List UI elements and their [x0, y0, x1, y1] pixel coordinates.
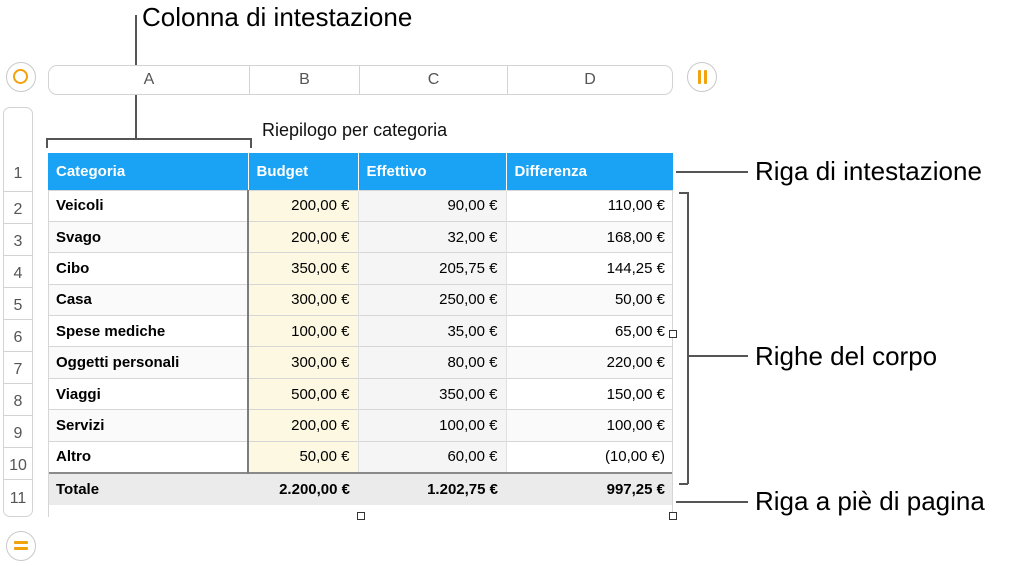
row-number[interactable]: 11 — [4, 490, 32, 508]
callout-footer-row: Riga a piè di pagina — [755, 486, 985, 516]
leader-body-rows — [688, 355, 748, 357]
header-cell-effettivo[interactable]: Effettivo — [357, 153, 506, 190]
table-cell[interactable]: 60,00 € — [358, 440, 507, 473]
equals-icon — [14, 541, 28, 544]
table-cell[interactable]: 200,00 € — [248, 189, 359, 222]
footer-cell-label[interactable]: Totale — [48, 471, 248, 505]
table-row: Viaggi 500,00 € 350,00 € 150,00 € — [48, 377, 673, 410]
column-letter-d[interactable]: D — [508, 66, 672, 94]
table-row: Svago 200,00 € 32,00 € 168,00 € — [48, 220, 673, 253]
data-table: Categoria Budget Effettivo Differenza Ve… — [48, 153, 673, 505]
leader-header-row — [676, 171, 748, 173]
table-cell[interactable]: 80,00 € — [358, 346, 507, 379]
add-column-button[interactable] — [687, 62, 717, 92]
resize-handle-bottom[interactable] — [357, 512, 365, 520]
row-number[interactable]: 7 — [4, 361, 32, 379]
row-number[interactable]: 8 — [4, 393, 32, 411]
table-cell[interactable]: 205,75 € — [358, 252, 507, 285]
resize-handle-corner[interactable] — [669, 512, 677, 520]
table-row: Veicoli 200,00 € 90,00 € 110,00 € — [48, 189, 673, 222]
table-cell[interactable]: 50,00 € — [506, 283, 673, 316]
table-row: Servizi 200,00 € 100,00 € 100,00 € — [48, 409, 673, 442]
row-number[interactable]: 5 — [4, 297, 32, 315]
table-cell[interactable]: Oggetti personali — [48, 346, 249, 379]
row-number[interactable]: 1 — [4, 165, 32, 183]
column-header-bar: A B C D — [48, 65, 673, 95]
table-cell[interactable]: Viaggi — [48, 377, 249, 410]
table-cell[interactable]: 350,00 € — [358, 377, 507, 410]
header-cell-differenza[interactable]: Differenza — [505, 153, 673, 190]
table-cell[interactable]: 90,00 € — [358, 189, 507, 222]
table-row: Spese mediche 100,00 € 35,00 € 65,00 € — [48, 315, 673, 347]
table-cell[interactable]: 65,00 € — [506, 315, 673, 347]
table-cell[interactable]: Altro — [48, 440, 249, 473]
table-cell[interactable]: 300,00 € — [248, 283, 359, 316]
equals-icon — [14, 547, 28, 550]
row-number[interactable]: 6 — [4, 329, 32, 347]
callout-header-column: Colonna di intestazione — [142, 2, 413, 32]
table-cell[interactable]: 150,00 € — [506, 377, 673, 410]
callout-body-rows: Righe del corpo — [755, 341, 938, 371]
leader-footer-row — [676, 501, 748, 503]
table-cell[interactable]: 100,00 € — [248, 315, 359, 347]
table-cell[interactable]: Svago — [48, 220, 249, 253]
leader-header-column-bracket-right — [250, 138, 252, 148]
select-table-button[interactable] — [6, 62, 36, 92]
table-row: Cibo 350,00 € 205,75 € 144,25 € — [48, 252, 673, 285]
table-cell[interactable]: 300,00 € — [248, 346, 359, 379]
table-cell[interactable]: 200,00 € — [248, 409, 359, 442]
body-rows-bracket-vertical — [687, 192, 689, 484]
row-number[interactable]: 10 — [4, 457, 32, 475]
table-cell[interactable]: 100,00 € — [506, 409, 673, 442]
footer-cell-differenza[interactable]: 997,25 € — [506, 471, 673, 505]
row-number[interactable]: 4 — [4, 265, 32, 283]
row-number[interactable]: 3 — [4, 233, 32, 251]
resize-handle-right[interactable] — [669, 330, 677, 338]
circle-select-icon — [13, 69, 28, 84]
table-row: Casa 300,00 € 250,00 € 50,00 € — [48, 283, 673, 316]
column-letter-c[interactable]: C — [360, 66, 507, 94]
header-cell-budget[interactable]: Budget — [247, 153, 358, 190]
table-cell[interactable]: Veicoli — [48, 189, 249, 222]
pause-bars-icon — [698, 70, 707, 84]
table-cell[interactable]: Spese mediche — [48, 315, 249, 347]
table-cell[interactable]: 168,00 € — [506, 220, 673, 253]
footer-cell-budget[interactable]: 2.200,00 € — [248, 471, 358, 505]
table-cell[interactable]: 144,25 € — [506, 252, 673, 285]
table-title[interactable]: Riepilogo per categoria — [262, 120, 447, 141]
leader-header-column-bracket-left — [46, 138, 48, 148]
callout-header-row: Riga di intestazione — [755, 156, 982, 186]
table-cell-negative[interactable]: (10,00 €) — [506, 440, 673, 473]
row-number[interactable]: 2 — [4, 201, 32, 219]
header-cell-categoria[interactable]: Categoria — [48, 153, 248, 190]
column-letter-a[interactable]: A — [49, 66, 249, 94]
table-cell[interactable]: Cibo — [48, 252, 249, 285]
footer-row: Totale 2.200,00 € 1.202,75 € 997,25 € — [48, 471, 673, 505]
table-cell[interactable]: Casa — [48, 283, 249, 316]
row-header-bar: 1 2 3 4 5 6 7 8 9 10 11 — [3, 107, 33, 517]
table-cell[interactable]: 250,00 € — [358, 283, 507, 316]
table-row: Altro 50,00 € 60,00 € (10,00 €) — [48, 440, 673, 473]
table-cell[interactable]: 50,00 € — [248, 440, 359, 473]
table-cell[interactable]: 220,00 € — [506, 346, 673, 379]
table-cell[interactable]: 200,00 € — [248, 220, 359, 253]
leader-header-column-bracket — [46, 138, 251, 140]
body-rows-bracket-bottom — [679, 483, 688, 485]
table-cell[interactable]: 500,00 € — [248, 377, 359, 410]
row-number[interactable]: 9 — [4, 425, 32, 443]
column-letter-b[interactable]: B — [250, 66, 359, 94]
add-row-button[interactable] — [6, 531, 36, 561]
header-row: Categoria Budget Effettivo Differenza — [48, 153, 673, 190]
table-cell[interactable]: Servizi — [48, 409, 249, 442]
table-row: Oggetti personali 300,00 € 80,00 € 220,0… — [48, 346, 673, 379]
table-cell[interactable]: 35,00 € — [358, 315, 507, 347]
footer-cell-effettivo[interactable]: 1.202,75 € — [358, 471, 506, 505]
table-cell[interactable]: 110,00 € — [506, 189, 673, 222]
table-cell[interactable]: 350,00 € — [248, 252, 359, 285]
table-cell[interactable]: 32,00 € — [358, 220, 507, 253]
table-cell[interactable]: 100,00 € — [358, 409, 507, 442]
body-rows-bracket-top — [679, 192, 688, 194]
